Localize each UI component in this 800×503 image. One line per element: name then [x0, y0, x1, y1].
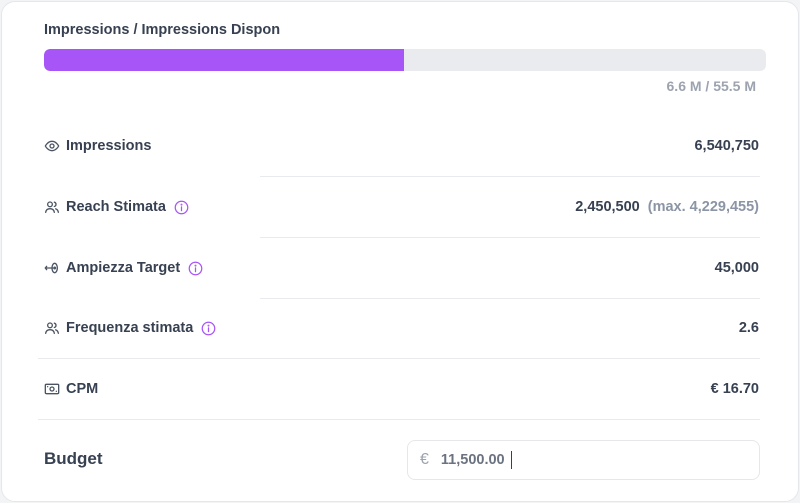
metric-label: Impressions: [66, 138, 152, 154]
euro-icon: €: [420, 451, 429, 468]
target-arrow-icon: [44, 260, 60, 276]
estimate-card: Impressions / Impressions Dispon 6.6 M /…: [1, 1, 799, 502]
metric-value: 2.6: [738, 320, 759, 336]
progress-title: Impressions / Impressions Dispon: [44, 22, 281, 38]
impressions-progress-bar: [44, 49, 766, 71]
metric-value: 45,000: [714, 260, 759, 276]
metric-value: € 16.70: [710, 381, 759, 397]
users-icon: [44, 320, 60, 336]
metric-row-frequency: Frequenza stimata 2.6: [44, 298, 759, 358]
budget-value[interactable]: 11,500.00: [441, 452, 505, 468]
metric-value: 2,450,500 (max. 4,229,455): [575, 199, 759, 215]
metric-label: Reach Stimata: [66, 199, 166, 215]
metric-label: CPM: [66, 381, 99, 397]
info-icon[interactable]: [201, 321, 216, 336]
progress-fill: [44, 49, 404, 71]
budget-label: Budget: [44, 449, 103, 468]
progress-caption: 6.6 M / 55.5 M: [666, 78, 756, 94]
reach-max: (max. 4,229,455): [647, 199, 759, 215]
banknote-icon: [44, 381, 60, 397]
reach-value: 2,450,500: [575, 199, 640, 215]
metric-label: Frequenza stimata: [66, 320, 194, 336]
users-icon: [44, 199, 60, 215]
eye-icon: [44, 138, 60, 154]
metric-label: Ampiezza Target: [66, 260, 181, 276]
info-icon[interactable]: [188, 261, 203, 276]
text-caret: [510, 451, 513, 469]
row-divider: [38, 419, 760, 420]
metric-row-cpm: CPM € 16.70: [44, 359, 759, 419]
info-icon[interactable]: [174, 200, 189, 215]
metric-row-reach: Reach Stimata 2,450,500 (max. 4,229,455): [44, 177, 759, 237]
metric-value: 6,540,750: [694, 138, 759, 154]
budget-input[interactable]: € 11,500.00: [407, 440, 760, 480]
metric-row-target: Ampiezza Target 45,000: [44, 238, 759, 298]
metric-row-impressions: Impressions 6,540,750: [44, 116, 759, 176]
